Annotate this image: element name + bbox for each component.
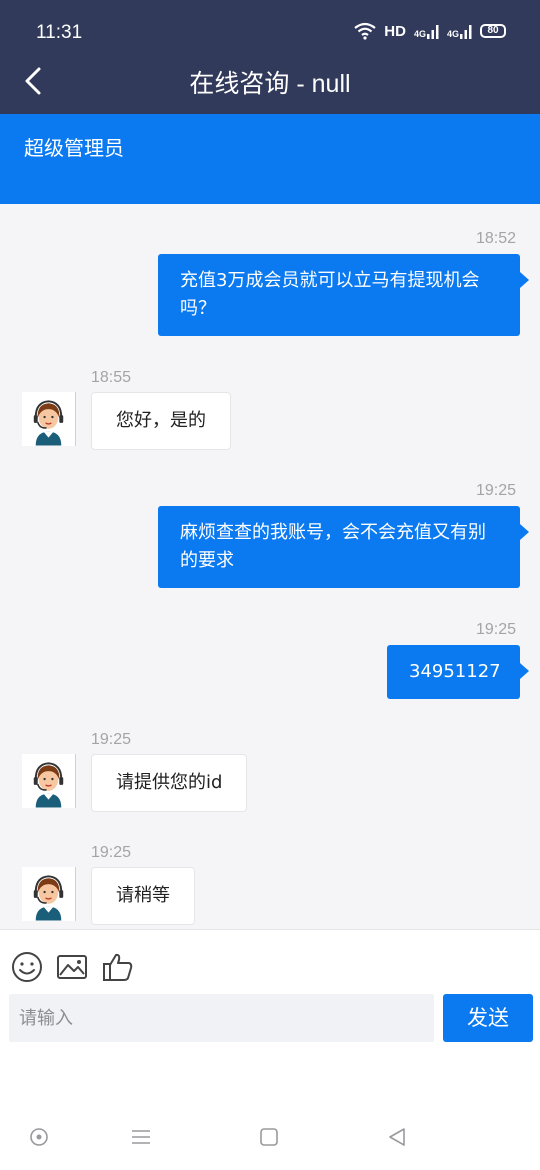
agent-banner: 超级管理员 xyxy=(0,114,540,204)
incoming-message: 您好，是的 xyxy=(91,392,231,450)
signal-2-icon: 4G xyxy=(447,23,472,39)
assistant-icon[interactable] xyxy=(28,1126,50,1148)
agent-avatar-icon xyxy=(22,867,76,921)
message-time: 19:25 xyxy=(476,621,517,638)
hd-label: HD xyxy=(384,22,406,40)
thumbs-up-icon[interactable] xyxy=(101,950,135,984)
message-time: 18:55 xyxy=(91,369,132,386)
message-time: 19:25 xyxy=(91,731,132,748)
status-time: 11:31 xyxy=(36,22,83,43)
page-title: 在线咨询 - null xyxy=(189,70,351,98)
input-toolbar: 发送 xyxy=(0,929,540,1069)
signal-1-icon: 4G xyxy=(414,23,439,39)
send-button[interactable]: 发送 xyxy=(443,994,533,1042)
message-input[interactable] xyxy=(9,994,434,1042)
image-icon[interactable] xyxy=(55,950,89,984)
agent-name: 超级管理员 xyxy=(24,136,124,160)
back-triangle-icon[interactable] xyxy=(386,1126,408,1148)
agent-avatar-icon xyxy=(22,754,76,808)
incoming-message: 请稍等 xyxy=(91,867,195,925)
outgoing-message: 充值3万成会员就可以立马有提现机会吗？ xyxy=(158,254,529,336)
system-nav-bar xyxy=(0,1100,540,1170)
network-type-2: 4G xyxy=(446,29,459,39)
incoming-message: 请提供您的id xyxy=(91,754,248,812)
header: 11:31 HD 4G 4G 80 在线咨询 - null xyxy=(0,0,540,114)
wifi-icon xyxy=(354,22,376,40)
outgoing-message: 麻烦查查的我账号，会不会充值又有别的要求 xyxy=(158,506,529,588)
chat-area[interactable]: 18:52 充值3万成会员就可以立马有提现机会吗？ 18:55 您好，是的 19… xyxy=(0,204,540,929)
message-time: 19:25 xyxy=(91,844,132,861)
outgoing-message: 34951127 xyxy=(387,645,529,699)
message-time: 18:52 xyxy=(476,230,517,247)
home-icon[interactable] xyxy=(258,1126,280,1148)
message-time: 19:25 xyxy=(476,482,517,499)
menu-icon[interactable] xyxy=(130,1126,152,1148)
network-type-1: 4G xyxy=(413,29,426,39)
status-bar: 11:31 HD 4G 4G 80 xyxy=(0,0,540,62)
agent-avatar-icon xyxy=(22,392,76,446)
battery-indicator: 80 xyxy=(480,24,506,38)
status-icons: HD 4G 4G 80 xyxy=(354,22,506,40)
emoji-icon[interactable] xyxy=(10,950,44,984)
